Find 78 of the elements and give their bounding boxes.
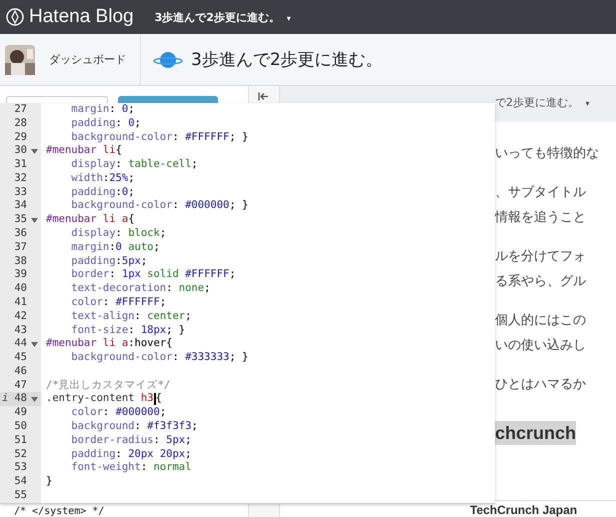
line-number: 45: [14, 351, 27, 364]
code-line: background-color: #FFFFFF; }: [70, 130, 248, 144]
dashboard-link[interactable]: ダッシュボード: [49, 52, 126, 67]
line-number: 37: [14, 240, 27, 253]
line-number: 27: [14, 103, 27, 115]
code-line: #menubar li{: [46, 144, 122, 158]
code-line: padding: 0;: [70, 116, 141, 131]
code-line: border: 1px solid #FFFFFF;: [70, 268, 236, 282]
line-number: 36: [14, 227, 27, 240]
line-number: 30: [14, 144, 27, 156]
fold-arrow-icon[interactable]: [31, 342, 38, 348]
code-line: color: #FFFFFF;: [70, 296, 166, 310]
line-number: 41: [14, 296, 27, 308]
blog-switcher[interactable]: 3歩進んで2歩更に進む。 ▾: [154, 10, 291, 24]
line-number: 51: [14, 434, 27, 446]
line-number: 34: [14, 199, 27, 212]
code-line: padding:5px;: [70, 254, 148, 268]
code-line: /*見出しカスタマイズ*/: [46, 378, 170, 392]
line-number: 55: [14, 488, 27, 501]
paragraph-line: 個人的にはこの: [495, 312, 587, 330]
line-number: 32: [14, 172, 27, 184]
line-number: 38: [14, 254, 27, 267]
paragraph-line: 情報を追うこと: [495, 209, 587, 227]
line-number: 33: [14, 186, 27, 198]
fold-arrow-icon[interactable]: [31, 397, 38, 402]
fold-arrow-icon[interactable]: [31, 149, 38, 154]
line-number: 31: [14, 158, 27, 170]
line-number: 53: [14, 461, 27, 474]
paragraph-line: ひとはハマるか: [495, 376, 587, 394]
line-number: 42: [14, 310, 27, 322]
code-line: margin: 0;: [70, 103, 135, 117]
line-number: 48: [14, 392, 27, 404]
line-number: 50: [14, 420, 27, 432]
line-number: 43: [14, 324, 27, 336]
line-number: 35: [14, 213, 27, 226]
code-line: #menubar li a:hover{: [46, 337, 172, 352]
paragraph-line: いっても特徴的な: [495, 145, 600, 163]
line-number: 44: [14, 337, 27, 350]
code-line: .entry-content h3{: [46, 392, 162, 406]
code-line: padding: 20px 20px;: [70, 448, 192, 462]
paragraph-line: いの使い込みし: [495, 337, 587, 355]
code-line: font-weight: normal: [70, 461, 192, 476]
line-number: 46: [14, 364, 27, 377]
code-line: text-align: center;: [70, 310, 192, 324]
code-line: #menubar li a{: [46, 213, 135, 228]
code-line: width:25%;: [70, 172, 135, 186]
line-number: 40: [14, 282, 27, 294]
line-number: 28: [14, 116, 27, 129]
code-line: font-size: 18px; }: [70, 324, 186, 338]
code-line: background-color: #000000; }: [70, 199, 248, 214]
line-number: 47: [14, 378, 27, 391]
fold-arrow-icon[interactable]: [31, 218, 38, 224]
code-line: display: block;: [70, 227, 166, 241]
info-marker: i: [2, 392, 8, 406]
blog-title: 3歩進んで2歩更に進む。: [191, 49, 383, 71]
code-editor-dialog[interactable]: [0, 103, 495, 504]
code-line: background: #f3f3f3;: [70, 420, 198, 434]
article-heading: chcrunch: [495, 421, 576, 445]
code-line: background-color: #333333; }: [70, 351, 248, 365]
line-number: 52: [14, 448, 27, 460]
preview-blog-title[interactable]: で2歩更に進む。 ▾: [495, 95, 590, 110]
line-number: 54: [14, 475, 27, 488]
paragraph-line: 、サブタイトル: [495, 184, 587, 202]
line-number: 39: [14, 268, 27, 280]
line-number: 49: [14, 406, 27, 418]
code-line: color: #000000;: [70, 406, 166, 420]
code-line: padding:0;: [70, 186, 135, 200]
code-line: display: table-cell;: [70, 158, 198, 172]
line-number: 29: [14, 130, 27, 143]
code-line: border-radius: 5px;: [70, 434, 192, 448]
code-line: text-decoration: none;: [70, 282, 210, 296]
paragraph-line: る系やら、グル: [495, 273, 587, 291]
code-line: }: [46, 475, 52, 489]
paragraph-line: ルを分けてフォ: [495, 248, 587, 266]
code-line: /* </system> */: [14, 506, 104, 517]
code-line: margin:0 auto;: [70, 240, 160, 255]
logo-text[interactable]: Hatena Blog: [29, 6, 134, 28]
collapse-icon[interactable]: [258, 92, 270, 101]
